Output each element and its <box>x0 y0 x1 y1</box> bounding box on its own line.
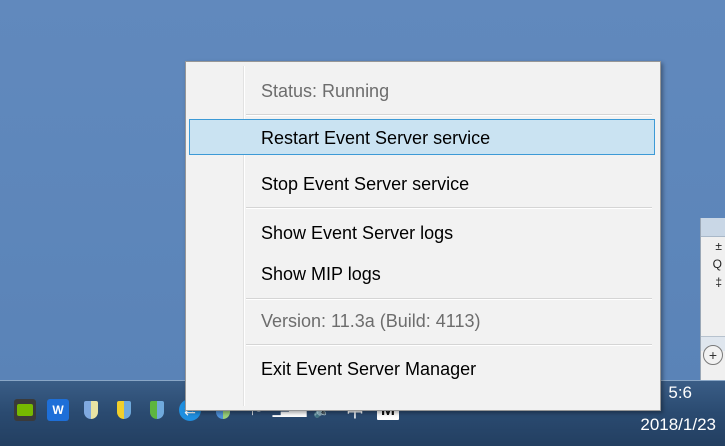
menu-item-show-event-server-logs[interactable]: Show Event Server logs <box>189 214 655 250</box>
menu-item-exit-manager[interactable]: Exit Event Server Manager <box>189 350 655 386</box>
menu-item-status: Status: Running <box>261 81 390 101</box>
window-glyph-mid: Q <box>712 257 722 271</box>
window-glyph-down: ‡ <box>715 275 722 289</box>
expand-plus-icon[interactable]: + <box>703 345 723 365</box>
menu-item-restart-service[interactable]: Restart Event Server service <box>189 119 655 155</box>
menu-separator <box>246 298 652 300</box>
event-server-context-menu: Status: Running Restart Event Server ser… <box>185 61 661 411</box>
window-strip <box>701 218 725 237</box>
recording-server-shield-icon[interactable] <box>146 399 168 421</box>
window-glyph-up: ± <box>715 239 722 253</box>
event-server-shield-icon[interactable] <box>113 399 135 421</box>
milestone-shield-icon[interactable] <box>80 399 102 421</box>
menu-separator <box>246 114 652 116</box>
menu-item-stop-service[interactable]: Stop Event Server service <box>189 165 655 201</box>
clock-date: 2018/1/23 <box>640 415 716 434</box>
menu-separator <box>246 207 652 209</box>
menu-item-show-mip-logs[interactable]: Show MIP logs <box>189 255 655 291</box>
nvidia-icon[interactable] <box>14 399 36 421</box>
waveform-icon[interactable]: W <box>47 399 69 421</box>
menu-item-version: Version: 11.3a (Build: 4113) <box>261 311 481 331</box>
menu-separator <box>246 344 652 346</box>
